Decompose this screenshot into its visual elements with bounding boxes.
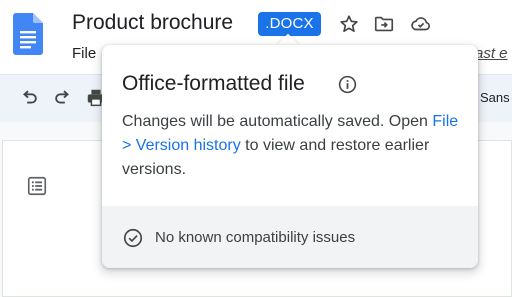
compatibility-footer: No known compatibility issues	[102, 206, 478, 268]
redo-icon[interactable]	[51, 86, 75, 110]
menu-file[interactable]: File	[72, 45, 96, 63]
last-edit-link[interactable]: ast e	[475, 45, 508, 63]
document-outline-icon[interactable]	[25, 174, 49, 198]
docx-format-badge[interactable]: .DOCX	[258, 12, 321, 36]
compatibility-status: No known compatibility issues	[155, 229, 356, 246]
popover-arrow-join	[274, 45, 302, 55]
star-icon[interactable]	[337, 12, 361, 36]
document-title[interactable]: Product brochure	[72, 9, 233, 37]
popover-title: Office-formatted file	[122, 72, 305, 95]
office-file-popover: Office-formatted file Changes will be au…	[102, 45, 478, 268]
google-docs-logo-icon[interactable]	[13, 13, 43, 55]
popover-description: Changes will be automatically saved. Ope…	[122, 110, 462, 182]
check-circle-icon	[121, 226, 145, 250]
move-to-folder-icon[interactable]	[372, 12, 396, 36]
cloud-saved-icon[interactable]	[409, 12, 433, 36]
undo-icon[interactable]	[17, 86, 41, 110]
font-selector[interactable]: Sans	[480, 89, 510, 107]
description-text-start: Changes will be automatically saved. Ope…	[122, 113, 433, 130]
info-icon[interactable]	[335, 72, 359, 96]
